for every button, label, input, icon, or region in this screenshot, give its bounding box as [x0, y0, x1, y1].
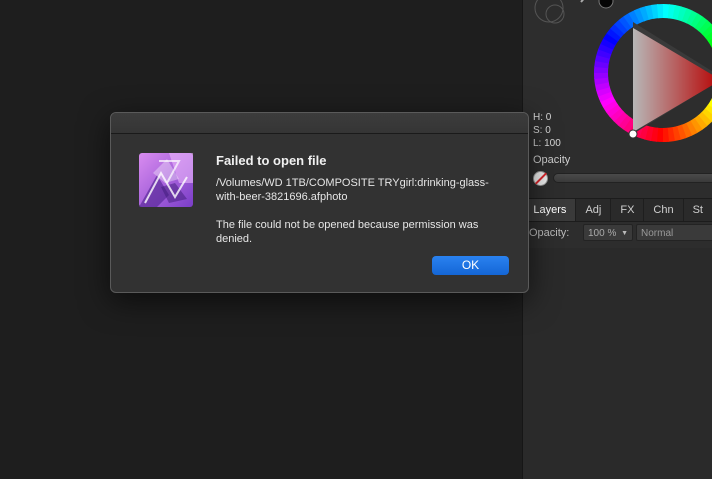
layer-opacity-select[interactable]: 100 % ▼ — [583, 224, 633, 241]
color-studio — [523, 0, 712, 200]
tab-channels[interactable]: Chn — [644, 199, 684, 221]
opacity-slider[interactable] — [553, 173, 712, 183]
tab-layers[interactable]: Layers — [524, 199, 577, 221]
no-color-icon[interactable] — [533, 171, 548, 186]
primary-swatch[interactable] — [598, 0, 614, 9]
affinity-photo-icon — [139, 153, 193, 207]
opacity-label: Opacity — [533, 154, 571, 166]
eyedropper-icon[interactable] — [580, 0, 586, 3]
tab-effects[interactable]: FX — [611, 199, 645, 221]
error-message: The file could not be opened because per… — [216, 219, 479, 245]
color-picker-handle[interactable] — [628, 129, 638, 139]
tab-styles[interactable]: St — [684, 199, 712, 221]
ok-button[interactable]: OK — [432, 256, 509, 275]
tab-adjustments[interactable]: Adj — [576, 199, 612, 221]
layer-options-bar: Opacity: 100 % ▼ Normal — [523, 222, 712, 246]
saturation-readout: S: 0 — [533, 125, 551, 136]
blend-mode-select[interactable]: Normal — [636, 224, 712, 241]
secondary-swatch-ring[interactable] — [534, 0, 564, 23]
lightness-readout: L: 100 — [533, 138, 561, 149]
dialog-title: Failed to open file — [216, 153, 327, 168]
layer-opacity-value: 100 % — [588, 228, 617, 239]
layer-opacity-label: Opacity: — [529, 227, 570, 239]
layers-list — [523, 248, 712, 479]
chevron-down-icon: ▼ — [621, 230, 628, 237]
hue-readout: H: 0 — [533, 112, 552, 123]
file-path: /Volumes/WD 1TB/COMPOSITE TRYgirl:drinki… — [216, 177, 489, 203]
color-wheel[interactable] — [523, 0, 712, 200]
dialog-titlebar[interactable] — [111, 113, 528, 134]
studio-panel: H: 0 S: 0 L: 100 Opacity Layers Adj FX C… — [522, 0, 712, 479]
panel-tabs: Layers Adj FX Chn St — [523, 198, 712, 222]
error-dialog: Failed to open file /Volumes/WD 1TB/COMP… — [110, 112, 529, 293]
